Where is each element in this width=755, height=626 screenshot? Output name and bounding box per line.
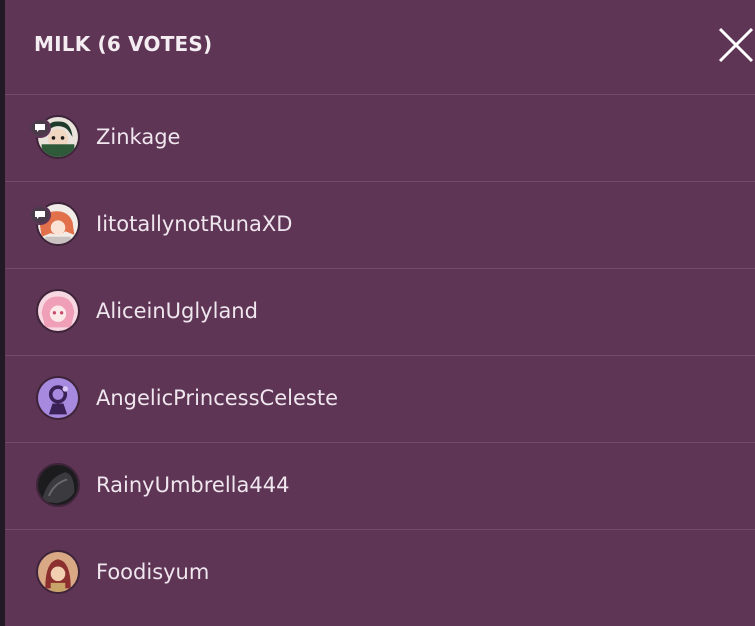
close-icon: [718, 27, 754, 63]
avatar[interactable]: [36, 376, 80, 420]
modal-title: MILK (6 VOTES): [34, 32, 213, 56]
voter-username[interactable]: AliceinUglyland: [96, 299, 258, 323]
voter-row[interactable]: IitotallynotRunaXD: [5, 182, 755, 269]
voter-username[interactable]: AngelicPrincessCeleste: [96, 386, 338, 410]
voter-row[interactable]: Zinkage: [5, 95, 755, 182]
voter-username[interactable]: RainyUmbrella444: [96, 473, 289, 497]
chat-bubble-icon: [29, 118, 51, 138]
avatar[interactable]: [36, 550, 80, 594]
voter-username[interactable]: Foodisyum: [96, 560, 209, 584]
voter-username[interactable]: Zinkage: [96, 125, 180, 149]
voter-username[interactable]: IitotallynotRunaXD: [96, 212, 292, 236]
chat-bubble-icon: [29, 205, 51, 225]
voter-list: Zinkage IitotallynotRunaXD AliceinUglyla…: [5, 95, 755, 616]
voter-row[interactable]: RainyUmbrella444: [5, 443, 755, 530]
voter-row[interactable]: Foodisyum: [5, 530, 755, 616]
votes-modal: MILK (6 VOTES) Zinkage IitotallynotRunaX…: [5, 0, 755, 626]
voter-row[interactable]: AngelicPrincessCeleste: [5, 356, 755, 443]
close-button[interactable]: [717, 26, 755, 64]
avatar[interactable]: [36, 463, 80, 507]
modal-header: MILK (6 VOTES): [5, 0, 755, 95]
avatar[interactable]: [36, 289, 80, 333]
voter-row[interactable]: AliceinUglyland: [5, 269, 755, 356]
